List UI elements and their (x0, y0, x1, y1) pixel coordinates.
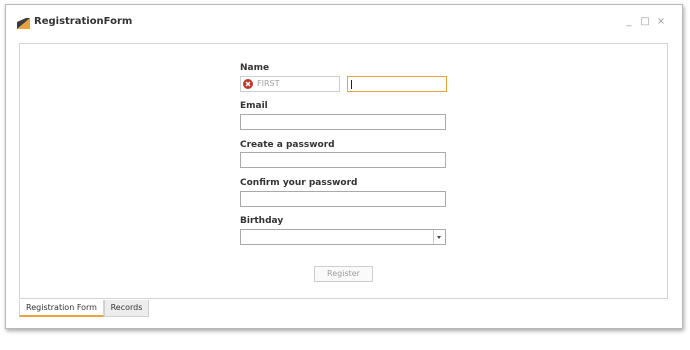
tab-registration-form[interactable]: Registration Form (19, 300, 104, 317)
first-name-placeholder: FIRST (257, 79, 280, 88)
birthday-dropdown[interactable] (240, 229, 446, 245)
app-logo-icon (17, 18, 30, 29)
text-caret (351, 80, 352, 89)
window-title: RegistrationForm (34, 16, 133, 27)
confirm-password-input[interactable] (240, 191, 446, 207)
password-label: Create a password (240, 140, 335, 150)
password-input[interactable] (240, 152, 446, 168)
form-panel (19, 43, 668, 299)
email-input[interactable] (240, 114, 446, 130)
error-icon (243, 79, 253, 89)
registration-window: RegistrationForm _ □ × Name FIRST Email … (5, 4, 683, 329)
minimize-button[interactable]: _ (623, 16, 635, 28)
chevron-down-icon (437, 236, 441, 239)
tab-records[interactable]: Records (104, 300, 149, 317)
confirm-password-label: Confirm your password (240, 178, 358, 188)
close-button[interactable]: × (655, 16, 667, 28)
birthday-dropdown-button[interactable] (433, 230, 445, 244)
register-button[interactable]: Register (314, 266, 373, 282)
title-bar: RegistrationForm _ □ × (6, 5, 682, 43)
birthday-label: Birthday (240, 216, 284, 226)
maximize-button[interactable]: □ (639, 16, 651, 28)
first-name-input[interactable]: FIRST (240, 76, 340, 92)
email-label: Email (240, 101, 268, 111)
last-name-input[interactable] (347, 76, 447, 92)
name-label: Name (240, 63, 270, 73)
